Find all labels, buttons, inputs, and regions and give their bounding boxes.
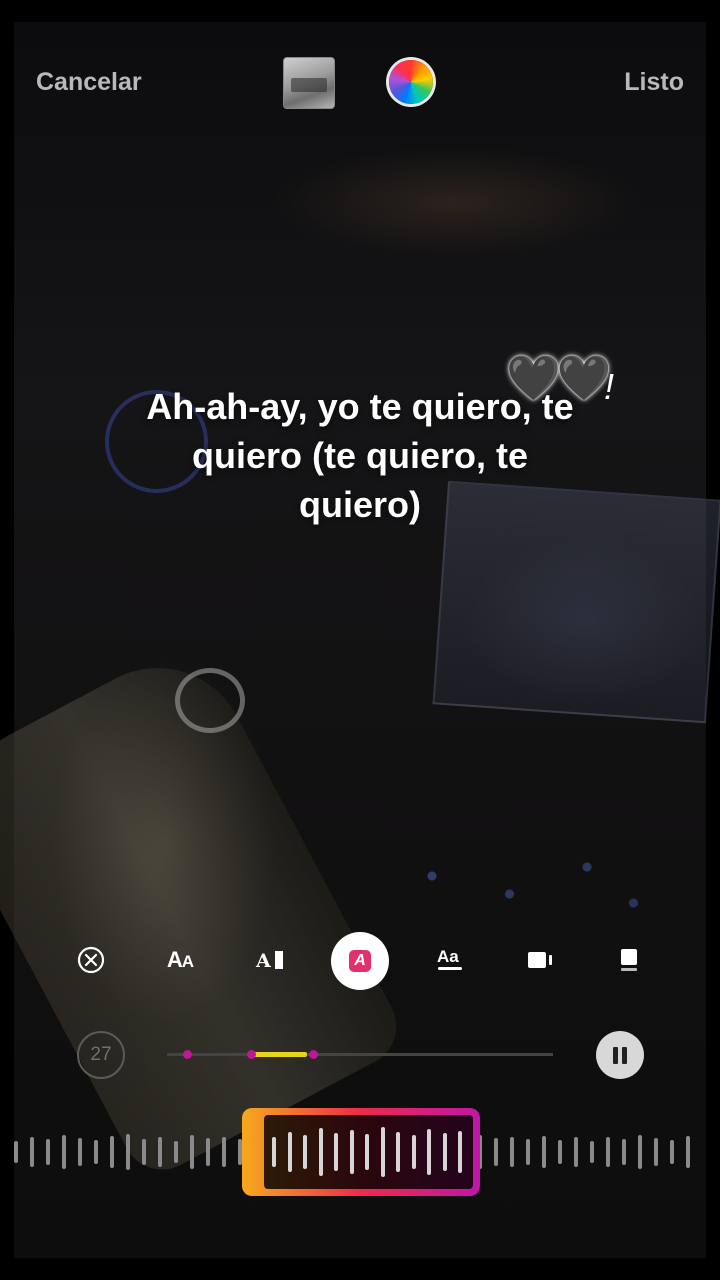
album-cover-button[interactable] bbox=[283, 57, 335, 109]
text-style-underline-button[interactable]: Aa bbox=[428, 938, 472, 982]
waveform-bar bbox=[206, 1138, 210, 1166]
selected-waveform-bar bbox=[365, 1134, 369, 1170]
waveform-bar bbox=[30, 1137, 34, 1167]
svg-text:A: A bbox=[255, 950, 271, 972]
waveform-bar bbox=[14, 1141, 18, 1163]
waveform-bar bbox=[606, 1137, 610, 1167]
clip-selector-handle[interactable] bbox=[242, 1108, 480, 1196]
remove-lyrics-button[interactable] bbox=[69, 938, 113, 982]
waveform-bar bbox=[142, 1139, 146, 1165]
black-hearts-emoji: 🖤🖤 bbox=[506, 354, 612, 403]
highlight-text-icon: A bbox=[349, 950, 371, 972]
selected-waveform-bar bbox=[349, 1130, 354, 1174]
cancel-button[interactable]: Cancelar bbox=[36, 68, 142, 97]
clip-selector-window bbox=[264, 1115, 473, 1189]
color-picker-button[interactable] bbox=[389, 60, 433, 104]
waveform-bar bbox=[558, 1140, 562, 1164]
waveform-bar bbox=[590, 1141, 594, 1163]
typewriter-text-icon: A bbox=[255, 950, 283, 972]
waveform-bar bbox=[542, 1136, 546, 1168]
waveform-bar bbox=[526, 1139, 530, 1165]
underline-text-icon: Aa bbox=[437, 947, 462, 970]
pause-icon-bar-left bbox=[613, 1046, 618, 1064]
clip-duration-button[interactable]: 27 bbox=[77, 1031, 125, 1079]
selected-waveform-bar bbox=[287, 1132, 292, 1172]
selected-waveform-bar bbox=[458, 1131, 462, 1173]
selected-waveform-bar bbox=[380, 1127, 385, 1177]
box-style-icon bbox=[621, 949, 637, 971]
lyrics-sticker-text[interactable]: Ah-ah-ay, yo te quiero, te quiero (te qu… bbox=[140, 382, 580, 529]
waveform-bar bbox=[94, 1140, 98, 1164]
bottle-neck-ring bbox=[175, 668, 245, 733]
waveform-bar bbox=[654, 1138, 658, 1166]
waveform-bar bbox=[222, 1137, 226, 1167]
pause-icon-bar-right bbox=[622, 1046, 627, 1064]
pause-button[interactable] bbox=[596, 1031, 644, 1079]
waveform-bar bbox=[78, 1138, 82, 1166]
waveform-bar bbox=[494, 1138, 498, 1166]
waveform-bar bbox=[510, 1137, 514, 1167]
waveform-bar bbox=[110, 1136, 114, 1168]
selected-waveform-bar bbox=[396, 1132, 400, 1172]
text-style-size-button[interactable]: AA bbox=[158, 938, 202, 982]
svg-text:Aa: Aa bbox=[437, 947, 459, 966]
song-progress-track[interactable] bbox=[167, 1053, 553, 1056]
text-style-card-button[interactable] bbox=[518, 938, 562, 982]
waveform-bar bbox=[190, 1135, 194, 1169]
segment-end-marker bbox=[309, 1050, 318, 1059]
selected-waveform-bar bbox=[442, 1133, 447, 1171]
close-circle-icon bbox=[77, 946, 105, 974]
waveform-bar bbox=[158, 1137, 162, 1167]
text-size-icon: AA bbox=[166, 947, 194, 972]
lyric-segment-highlight bbox=[251, 1052, 307, 1057]
text-style-highlight-button[interactable]: A bbox=[331, 932, 389, 990]
selected-waveform-bar bbox=[411, 1135, 416, 1169]
waveform-bar bbox=[62, 1135, 66, 1169]
card-style-icon bbox=[528, 952, 552, 968]
waveform-bar bbox=[574, 1137, 578, 1167]
waveform-bar bbox=[638, 1135, 642, 1169]
waveform-bar bbox=[174, 1141, 178, 1163]
exclamation-mark: ! bbox=[604, 366, 615, 407]
waveform-bar bbox=[670, 1140, 674, 1164]
selected-waveform-bar bbox=[334, 1133, 338, 1171]
waveform-bar bbox=[126, 1134, 130, 1170]
done-button[interactable]: Listo bbox=[624, 68, 684, 97]
ambient-lights bbox=[370, 840, 680, 930]
waveform-bar bbox=[46, 1139, 50, 1165]
progress-marker bbox=[183, 1050, 192, 1059]
segment-start-marker bbox=[247, 1050, 256, 1059]
selected-waveform-bar bbox=[427, 1129, 431, 1175]
selected-waveform-bar bbox=[318, 1128, 323, 1176]
waveform-bar bbox=[622, 1139, 626, 1165]
text-style-typewriter-button[interactable]: A bbox=[249, 938, 293, 982]
text-style-box-button[interactable] bbox=[607, 938, 651, 982]
waveform-bar bbox=[686, 1136, 690, 1168]
selected-waveform-bar bbox=[272, 1137, 276, 1167]
selected-waveform-bar bbox=[303, 1135, 307, 1169]
